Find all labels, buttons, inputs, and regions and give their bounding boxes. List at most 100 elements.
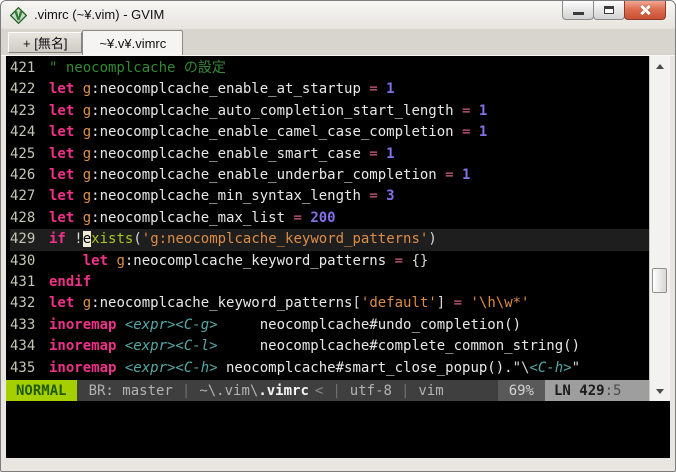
syntax-segment: g [82, 295, 92, 312]
scroll-percent: 69% [497, 380, 545, 401]
syntax-segment: g [82, 81, 92, 98]
syntax-segment: = [453, 124, 479, 141]
code-line: 432 let g:neocomplcache_keyword_patterns[… [10, 293, 649, 314]
syntax-segment: :neocomplcache_enable_underbar_completio… [91, 167, 437, 184]
syntax-segment: [ [352, 295, 361, 312]
code-lines[interactable]: 421 " neocomplcache の設定 422 let g:neocomplc… [6, 56, 649, 380]
syntax-segment: " [571, 359, 581, 376]
mode-indicator: NORMAL [6, 380, 77, 401]
vertical-scrollbar[interactable] [649, 56, 670, 401]
code-line: 433 inoremap <expr><C-g> neocomplcache#un… [10, 315, 649, 336]
line-number: 423 [10, 102, 36, 119]
code-line: 423 let g:neocomplcache_auto_completion_s… [10, 101, 649, 122]
code-line: 421 " neocomplcache の設定 [10, 58, 649, 79]
syntax-segment: <expr><C-g> [124, 316, 218, 333]
syntax-segment: '\h\w*' [470, 295, 530, 312]
syntax-segment: :neocomplcache_min_syntax_length [91, 188, 361, 205]
git-branch: BR: master [88, 382, 173, 399]
code-line: 424 let g:neocomplcache_enable_camel_case… [10, 122, 649, 143]
window-title: .vimrc (~¥.vim) - GVIM [34, 7, 165, 22]
syntax-segment: :neocomplcache_keyword_patterns [91, 295, 353, 312]
statusline-separator: | [332, 382, 341, 399]
file-type: vim [418, 382, 444, 399]
syntax-segment: xists [91, 231, 134, 248]
syntax-segment: neocomplcache#complete_common_string() [217, 338, 581, 355]
line-number: 425 [10, 145, 36, 162]
syntax-segment: ( [133, 231, 142, 248]
editor-main: 421 " neocomplcache の設定 422 let g:neocomplc… [6, 56, 670, 401]
scroll-down-button[interactable] [650, 383, 670, 399]
line-number: 435 [10, 359, 36, 376]
status-line: NORMAL BR: master | ~\.vim\ .vimrc < | u… [6, 380, 649, 401]
syntax-segment: :neocomplcache_auto_completion_start_len… [91, 102, 454, 119]
statusline-separator: | [181, 382, 191, 399]
close-button[interactable] [624, 1, 666, 20]
arrow-up-icon [656, 63, 664, 69]
line-number: 426 [10, 167, 36, 184]
tab-vimrc[interactable]: ~¥.v¥.vimrc [82, 30, 184, 55]
syntax-segment: :neocomplcache_enable_at_startup [91, 81, 361, 98]
maximize-button[interactable] [593, 1, 625, 20]
code-line: 434 inoremap <expr><C-l> neocomplcache#co… [10, 336, 649, 357]
syntax-segment: g [82, 124, 92, 141]
code-line: 427 let g:neocomplcache_min_syntax_length… [10, 186, 649, 207]
syntax-segment: let [49, 102, 83, 119]
syntax-segment: let [49, 209, 83, 226]
file-path-prefix: ~\.vim\ [199, 382, 259, 399]
code-line: 431 endif [10, 272, 649, 293]
file-name: .vimrc [258, 382, 309, 399]
tab-label: + [無名] [23, 36, 68, 51]
vim-logo-icon [10, 6, 27, 24]
syntax-segment: 1 [462, 167, 471, 184]
syntax-segment: 1 [386, 145, 395, 162]
line-number: 421 [10, 60, 36, 76]
syntax-segment: let [49, 188, 83, 205]
statusline-separator: | [400, 382, 410, 399]
syntax-segment: ! [74, 231, 83, 248]
command-line-area[interactable] [6, 401, 670, 458]
syntax-segment: let [49, 295, 83, 312]
syntax-segment: g [82, 209, 92, 226]
line-number: 433 [10, 316, 36, 333]
maximize-icon [604, 6, 614, 14]
syntax-segment: neocomplcache#smart_close_popup(). [217, 359, 513, 376]
line-number: 432 [10, 295, 36, 312]
syntax-segment: 1 [478, 102, 488, 119]
syntax-segment: if [49, 231, 75, 248]
syntax-segment: inoremap [49, 359, 125, 376]
syntax-segment: g [82, 145, 92, 162]
line-number: 428 [10, 209, 36, 226]
scrollbar-thumb[interactable] [652, 268, 667, 293]
arrow-down-icon [656, 388, 664, 394]
syntax-segment: endif [49, 274, 92, 291]
syntax-segment: = [285, 209, 311, 226]
syntax-segment: = [360, 188, 387, 205]
syntax-segment: " neocomplcache の設定 [49, 60, 226, 76]
syntax-segment: = [360, 81, 387, 98]
syntax-segment: <C-h> [529, 359, 572, 376]
syntax-segment: <expr><C-h> [124, 359, 218, 376]
syntax-segment: = [386, 252, 412, 269]
scroll-up-button[interactable] [650, 58, 670, 74]
syntax-segment: let [82, 252, 117, 269]
truncate-marker: < [314, 382, 324, 399]
syntax-segment: = [445, 295, 471, 312]
line-number: 434 [10, 338, 36, 355]
minimize-button[interactable] [562, 1, 594, 20]
line-number: 427 [10, 188, 36, 205]
syntax-segment: inoremap [49, 316, 125, 333]
code-line: 429 if !exists('g:neocomplcache_keyword_p… [10, 229, 649, 251]
syntax-segment: neocomplcache#undo_completion() [217, 316, 522, 333]
code-line: 430 let g:neocomplcache_keyword_patterns… [10, 251, 649, 272]
syntax-segment: 1 [386, 81, 395, 98]
syntax-segment: inoremap [49, 338, 125, 355]
line-number: 424 [10, 124, 36, 141]
title-bar[interactable]: .vimrc (~¥.vim) - GVIM [1, 1, 675, 29]
tab-new-buffer[interactable]: + [無名] [8, 32, 83, 53]
syntax-segment: g [82, 102, 92, 119]
syntax-segment: = [360, 145, 387, 162]
gvim-window: .vimrc (~¥.vim) - GVIM + [無名] ~¥.v¥.vimr… [0, 0, 676, 472]
line-number: 422 [10, 81, 36, 98]
tab-bar: + [無名] ~¥.v¥.vimrc [1, 29, 675, 56]
tab-label: ~¥.v¥.vimrc [99, 35, 167, 51]
